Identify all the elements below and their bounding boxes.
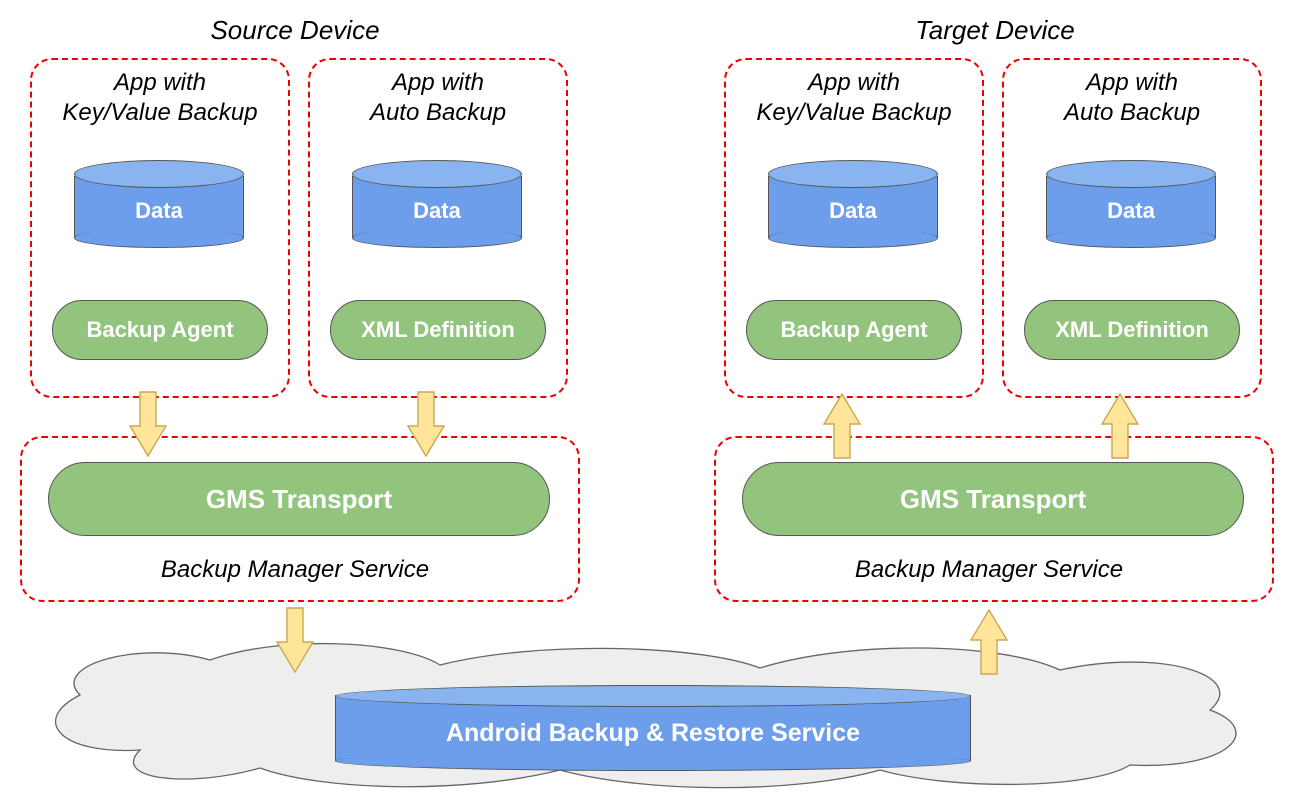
source-kv-data-cylinder: Data bbox=[74, 160, 244, 238]
source-backup-agent-pill: Backup Agent bbox=[52, 300, 268, 360]
target-auto-data-label: Data bbox=[1046, 198, 1216, 224]
target-gms-transport-pill: GMS Transport bbox=[742, 462, 1244, 536]
source-xml-definition-label: XML Definition bbox=[361, 317, 515, 343]
diagram-canvas: Source Device Target Device App withKey/… bbox=[0, 0, 1292, 801]
target-xml-definition-pill: XML Definition bbox=[1024, 300, 1240, 360]
android-service-label: Android Backup & Restore Service bbox=[335, 719, 971, 748]
target-backup-agent-label: Backup Agent bbox=[780, 317, 927, 343]
target-xml-definition-label: XML Definition bbox=[1055, 317, 1209, 343]
target-gms-transport-label: GMS Transport bbox=[900, 484, 1086, 515]
android-service-cylinder: Android Backup & Restore Service bbox=[335, 685, 971, 761]
source-auto-data-label: Data bbox=[352, 198, 522, 224]
target-device-title: Target Device bbox=[820, 15, 1170, 46]
target-kv-data-label: Data bbox=[768, 198, 938, 224]
source-app-kv-title: App withKey/Value Backup bbox=[32, 68, 288, 128]
source-app-auto-title: App withAuto Backup bbox=[310, 68, 566, 128]
source-xml-definition-pill: XML Definition bbox=[330, 300, 546, 360]
target-backup-agent-pill: Backup Agent bbox=[746, 300, 962, 360]
source-backup-agent-label: Backup Agent bbox=[86, 317, 233, 343]
source-gms-transport-pill: GMS Transport bbox=[48, 462, 550, 536]
target-bms-label: Backup Manager Service bbox=[814, 556, 1164, 584]
source-kv-data-label: Data bbox=[74, 198, 244, 224]
target-app-kv-title: App withKey/Value Backup bbox=[726, 68, 982, 128]
arrow-up-icon bbox=[1100, 390, 1140, 460]
arrow-down-icon bbox=[128, 390, 168, 460]
arrow-up-icon bbox=[969, 606, 1009, 676]
arrow-up-icon bbox=[822, 390, 862, 460]
source-device-title: Source Device bbox=[120, 15, 470, 46]
source-gms-transport-label: GMS Transport bbox=[206, 484, 392, 515]
source-bms-label: Backup Manager Service bbox=[120, 556, 470, 584]
target-auto-data-cylinder: Data bbox=[1046, 160, 1216, 238]
arrow-down-icon bbox=[406, 390, 446, 460]
target-kv-data-cylinder: Data bbox=[768, 160, 938, 238]
arrow-down-icon bbox=[275, 606, 315, 676]
target-app-auto-title: App withAuto Backup bbox=[1004, 68, 1260, 128]
source-auto-data-cylinder: Data bbox=[352, 160, 522, 238]
